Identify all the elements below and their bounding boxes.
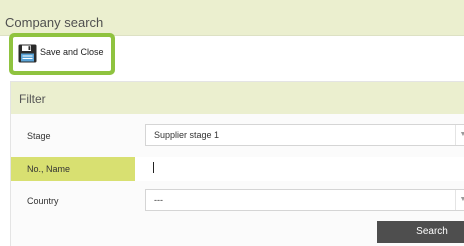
filter-panel: Filter Stage Supplier stage 1 ▼ No., Nam… bbox=[10, 81, 464, 246]
stage-value: Supplier stage 1 bbox=[154, 130, 220, 140]
page-header: Company search bbox=[0, 0, 464, 36]
search-button[interactable]: Search bbox=[377, 221, 464, 243]
country-row: Country --- ▼ bbox=[11, 189, 464, 213]
country-value: --- bbox=[154, 195, 163, 205]
save-and-close-button[interactable]: Save and Close bbox=[13, 37, 111, 71]
stage-row: Stage Supplier stage 1 ▼ bbox=[11, 124, 464, 148]
stage-select[interactable]: Supplier stage 1 ▼ bbox=[145, 124, 464, 146]
filter-title: Filter bbox=[19, 92, 46, 106]
save-disk-icon bbox=[18, 44, 37, 63]
no-name-label: No., Name bbox=[27, 164, 71, 174]
page-title: Company search bbox=[5, 15, 104, 30]
stage-label: Stage bbox=[27, 131, 51, 141]
save-close-highlight: Save and Close bbox=[9, 33, 115, 75]
no-name-input[interactable] bbox=[145, 157, 464, 179]
country-select[interactable]: --- ▼ bbox=[145, 189, 464, 211]
triangle-down-icon[interactable]: ▼ bbox=[455, 190, 464, 210]
save-and-close-label: Save and Close bbox=[40, 47, 104, 57]
no-name-row: No., Name bbox=[11, 157, 464, 181]
triangle-down-icon[interactable]: ▼ bbox=[455, 125, 464, 145]
country-label: Country bbox=[27, 196, 59, 206]
filter-header: Filter bbox=[11, 82, 464, 114]
text-caret bbox=[153, 162, 154, 173]
